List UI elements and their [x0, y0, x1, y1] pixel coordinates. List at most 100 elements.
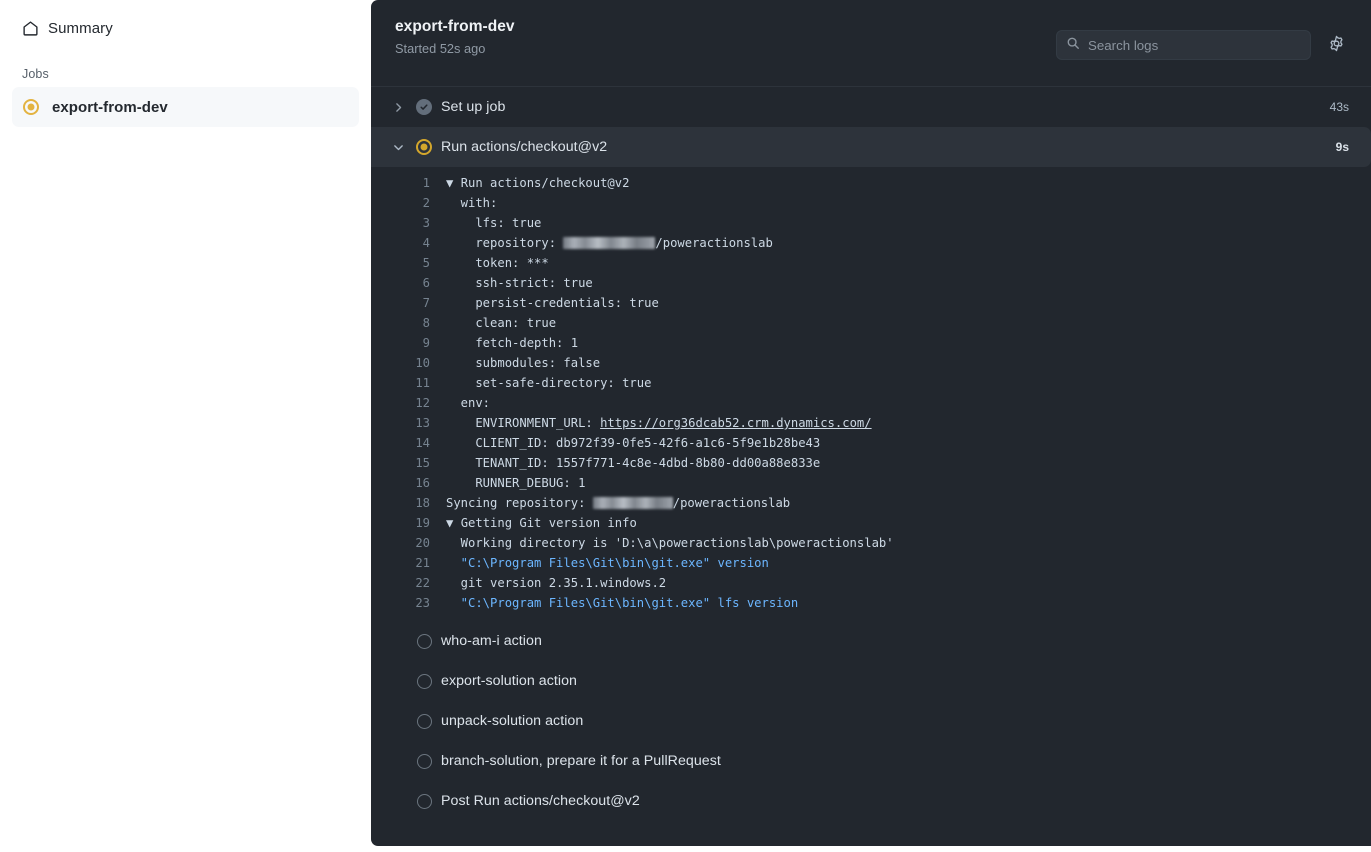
log-text: Getting Git version info	[461, 516, 637, 530]
step-row-pending[interactable]: who-am-i action	[371, 621, 1371, 661]
log-line: 4 repository: /poweractionslab	[371, 233, 1371, 253]
log-line-number: 14	[371, 433, 446, 453]
sidebar-item-summary-label: Summary	[48, 20, 113, 37]
log-link[interactable]: https://org36dcab52.crm.dynamics.com/	[600, 416, 872, 430]
chevron-right-icon[interactable]	[385, 101, 411, 114]
log-line-text: CLIENT_ID: db972f39-0fe5-42f6-a1c6-5f9e1…	[446, 433, 1371, 453]
log-line-text: TENANT_ID: 1557f771-4c8e-4dbd-8b80-dd00a…	[446, 453, 1371, 473]
log-line: 9 fetch-depth: 1	[371, 333, 1371, 353]
settings-button[interactable]	[1323, 32, 1349, 58]
log-line-number: 1	[371, 173, 446, 193]
in-progress-icon	[23, 99, 39, 115]
pending-circle-icon	[411, 754, 437, 769]
log-text: /poweractionslab	[655, 236, 772, 250]
log-line-number: 10	[371, 353, 446, 373]
log-text: Syncing repository:	[446, 496, 593, 510]
header-tools	[1056, 30, 1349, 60]
log-line-number: 6	[371, 273, 446, 293]
log-text: clean: true	[446, 316, 556, 330]
step-name: who-am-i action	[441, 633, 542, 649]
step-name: branch-solution, prepare it for a PullRe…	[441, 753, 721, 769]
log-text: Working directory is 'D:\a\poweractionsl…	[446, 536, 894, 550]
sidebar-job-label: export-from-dev	[52, 99, 168, 116]
log-line: 2 with:	[371, 193, 1371, 213]
step-row-run-actions-checkout[interactable]: Run actions/checkout@v2 9s	[371, 127, 1371, 167]
log-text: ssh-strict: true	[446, 276, 593, 290]
log-line-text: token: ***	[446, 253, 1371, 273]
log-line-number: 21	[371, 553, 446, 573]
step-row-pending[interactable]: branch-solution, prepare it for a PullRe…	[371, 741, 1371, 781]
log-line: 21 "C:\Program Files\Git\bin\git.exe" ve…	[371, 553, 1371, 573]
log-output[interactable]: 1▼ Run actions/checkout@v22 with:3 lfs: …	[371, 167, 1371, 621]
log-line: 20 Working directory is 'D:\a\poweractio…	[371, 533, 1371, 553]
log-line: 18Syncing repository: /poweractionslab	[371, 493, 1371, 513]
search-icon	[1066, 36, 1080, 55]
log-line-number: 8	[371, 313, 446, 333]
log-text: with:	[446, 196, 497, 210]
log-line-number: 11	[371, 373, 446, 393]
log-line-text: repository: /poweractionslab	[446, 233, 1371, 253]
log-text: fetch-depth: 1	[446, 336, 578, 350]
log-line-text: submodules: false	[446, 353, 1371, 373]
pending-circle-icon	[411, 794, 437, 809]
step-duration: 9s	[1336, 140, 1349, 154]
step-name: unpack-solution action	[441, 713, 583, 729]
log-line: 15 TENANT_ID: 1557f771-4c8e-4dbd-8b80-dd…	[371, 453, 1371, 473]
sidebar: Summary Jobs export-from-dev	[0, 0, 371, 852]
log-text: repository:	[446, 236, 563, 250]
sidebar-item-export-from-dev[interactable]: export-from-dev	[12, 87, 359, 127]
log-line-number: 3	[371, 213, 446, 233]
step-row-pending[interactable]: export-solution action	[371, 661, 1371, 701]
log-text: persist-credentials: true	[446, 296, 659, 310]
log-line-number: 2	[371, 193, 446, 213]
log-line-number: 12	[371, 393, 446, 413]
log-line-number: 5	[371, 253, 446, 273]
step-row-pending[interactable]: Post Run actions/checkout@v2	[371, 781, 1371, 821]
log-line: 7 persist-credentials: true	[371, 293, 1371, 313]
log-line: 14 CLIENT_ID: db972f39-0fe5-42f6-a1c6-5f…	[371, 433, 1371, 453]
log-panel: export-from-dev Started 52s ago	[371, 0, 1371, 846]
gear-icon	[1328, 35, 1345, 55]
log-line: 16 RUNNER_DEBUG: 1	[371, 473, 1371, 493]
panel-header: export-from-dev Started 52s ago	[371, 0, 1371, 87]
log-line-number: 19	[371, 513, 446, 533]
log-line-number: 9	[371, 333, 446, 353]
log-line: 3 lfs: true	[371, 213, 1371, 233]
search-logs-box[interactable]	[1056, 30, 1311, 60]
log-line-text: Syncing repository: /poweractionslab	[446, 493, 1371, 513]
log-text: CLIENT_ID: db972f39-0fe5-42f6-a1c6-5f9e1…	[446, 436, 820, 450]
step-duration: 43s	[1330, 100, 1349, 114]
log-line-text: ▼ Run actions/checkout@v2	[446, 173, 1371, 193]
log-line-number: 22	[371, 573, 446, 593]
log-line-text: clean: true	[446, 313, 1371, 333]
log-line-text: ssh-strict: true	[446, 273, 1371, 293]
log-line-number: 4	[371, 233, 446, 253]
log-group-triangle-icon: ▼	[446, 516, 461, 530]
redacted-text	[593, 497, 673, 509]
log-text: TENANT_ID: 1557f771-4c8e-4dbd-8b80-dd00a…	[446, 456, 820, 470]
log-text: Run actions/checkout@v2	[461, 176, 630, 190]
log-group-triangle-icon: ▼	[446, 176, 461, 190]
log-text: lfs: true	[446, 216, 541, 230]
log-line: 22 git version 2.35.1.windows.2	[371, 573, 1371, 593]
search-input[interactable]	[1088, 38, 1301, 53]
step-name: Set up job	[441, 99, 505, 115]
chevron-down-icon[interactable]	[385, 141, 411, 154]
log-text: env:	[446, 396, 490, 410]
log-line-number: 18	[371, 493, 446, 513]
log-line: 6 ssh-strict: true	[371, 273, 1371, 293]
log-line-text: "C:\Program Files\Git\bin\git.exe" versi…	[446, 553, 1371, 573]
log-text: token: ***	[446, 256, 549, 270]
home-icon	[22, 20, 39, 37]
log-line-number: 23	[371, 593, 446, 613]
log-text: RUNNER_DEBUG: 1	[446, 476, 585, 490]
log-line-text: ENVIRONMENT_URL: https://org36dcab52.crm…	[446, 413, 1371, 433]
step-row-set-up-job[interactable]: Set up job 43s	[371, 87, 1371, 127]
sidebar-item-summary[interactable]: Summary	[12, 14, 359, 43]
log-line: 11 set-safe-directory: true	[371, 373, 1371, 393]
pending-circle-icon	[411, 674, 437, 689]
step-name: Post Run actions/checkout@v2	[441, 793, 640, 809]
step-row-pending[interactable]: unpack-solution action	[371, 701, 1371, 741]
log-line: 23 "C:\Program Files\Git\bin\git.exe" lf…	[371, 593, 1371, 613]
log-line-text: lfs: true	[446, 213, 1371, 233]
